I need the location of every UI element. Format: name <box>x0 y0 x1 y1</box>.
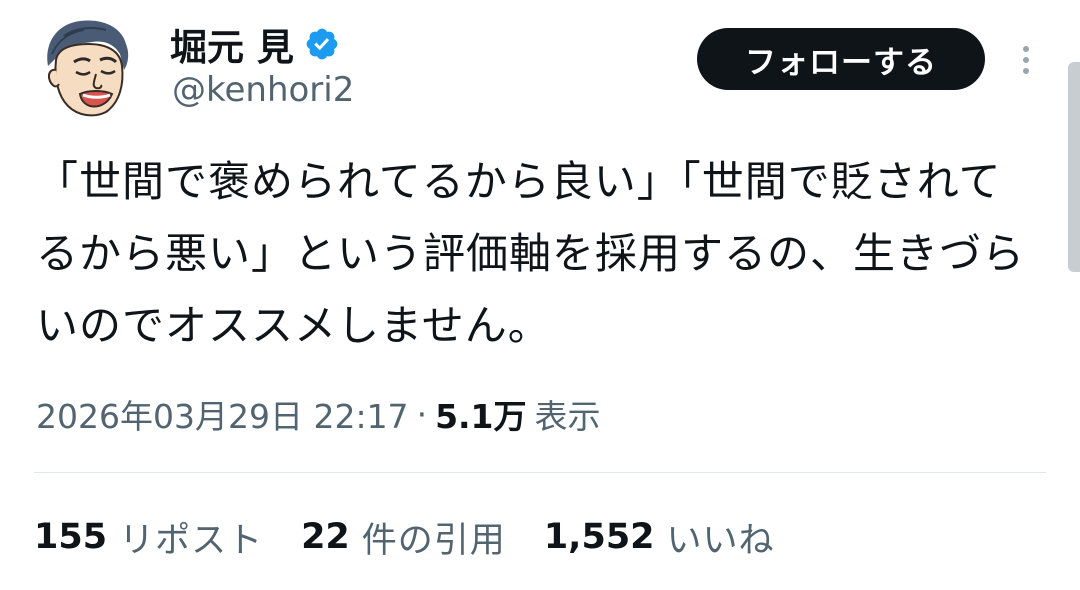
quotes-stat[interactable]: 22 件の引用 <box>301 512 506 563</box>
quotes-count: 22 <box>301 517 350 557</box>
author-avatar[interactable] <box>34 14 140 120</box>
retweets-count: 155 <box>34 517 108 557</box>
likes-stat[interactable]: 1,552 いいね <box>544 512 775 563</box>
author-handle[interactable]: @kenhori2 <box>172 70 354 110</box>
more-vertical-icon[interactable] <box>1014 40 1038 80</box>
scrollbar[interactable] <box>1068 62 1080 272</box>
caricature-avatar-icon <box>47 20 129 117</box>
author-display-name[interactable]: 堀元 見 <box>170 17 294 71</box>
divider <box>34 472 1046 473</box>
more-dot <box>1023 68 1029 74</box>
tweet-text: 「世間で褒められてるから良い」「世間で貶されてるから悪い」という評価軸を採用する… <box>36 157 1026 350</box>
follow-button[interactable]: フォローする <box>697 28 985 90</box>
views-count: 5.1万 <box>435 397 527 436</box>
tweet-timestamp[interactable]: 2026年03月29日 22:17 <box>36 390 409 438</box>
likes-count: 1,552 <box>543 517 655 557</box>
retweets-stat[interactable]: 155 リポスト <box>34 512 263 563</box>
tweet-card: 堀元 見 @kenhori2 フォローする 「世間で褒められてるから良い」「世間… <box>0 0 1080 590</box>
quotes-label: 件の引用 <box>361 520 506 561</box>
engagement-stats: 155 リポスト 22 件の引用 1,552 いいね <box>34 510 813 564</box>
verified-badge-icon[interactable] <box>304 26 340 62</box>
meta-separator: · <box>416 394 428 434</box>
more-dot <box>1023 57 1029 63</box>
more-dot <box>1023 46 1029 52</box>
retweets-label: リポスト <box>119 520 264 561</box>
author-name-row: 堀元 見 <box>170 18 340 70</box>
tweet-meta: 2026年03月29日 22:17 · 5.1万 表示 <box>36 388 601 440</box>
views-label: 表示 <box>534 397 601 436</box>
likes-label: いいね <box>666 520 775 561</box>
